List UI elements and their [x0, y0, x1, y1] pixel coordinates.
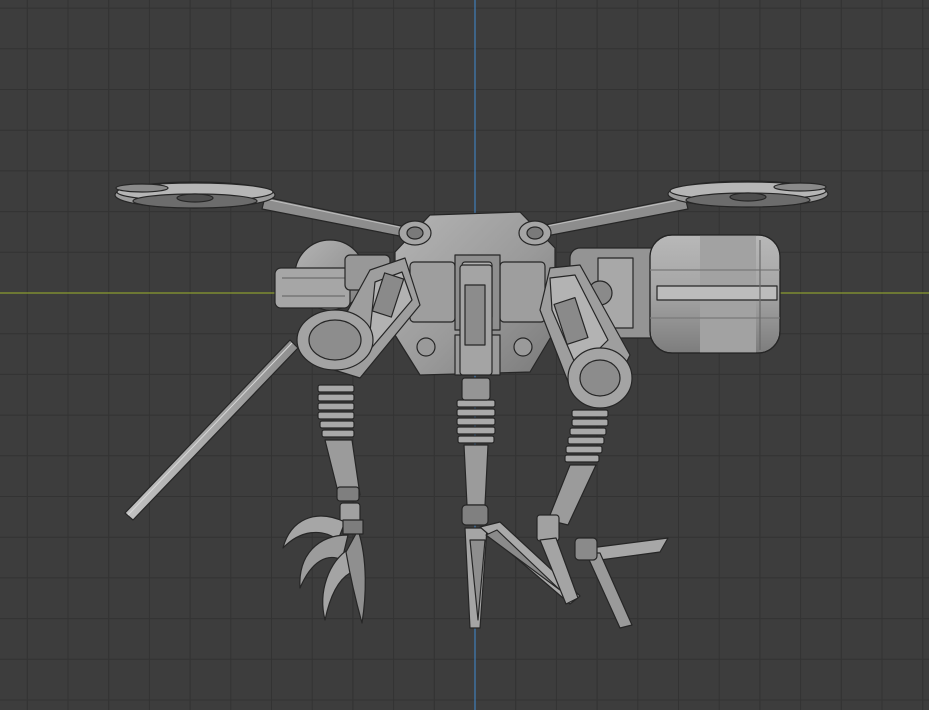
viewport-canvas[interactable]: [0, 0, 929, 710]
robot-insect-drone[interactable]: [114, 180, 829, 629]
3d-viewport[interactable]: [0, 0, 929, 710]
propeller-right[interactable]: [519, 180, 829, 242]
propeller-left[interactable]: [114, 181, 421, 241]
left-rod[interactable]: [124, 339, 299, 521]
center-leg[interactable]: [456, 264, 496, 526]
right-blade-foot[interactable]: [539, 537, 669, 629]
